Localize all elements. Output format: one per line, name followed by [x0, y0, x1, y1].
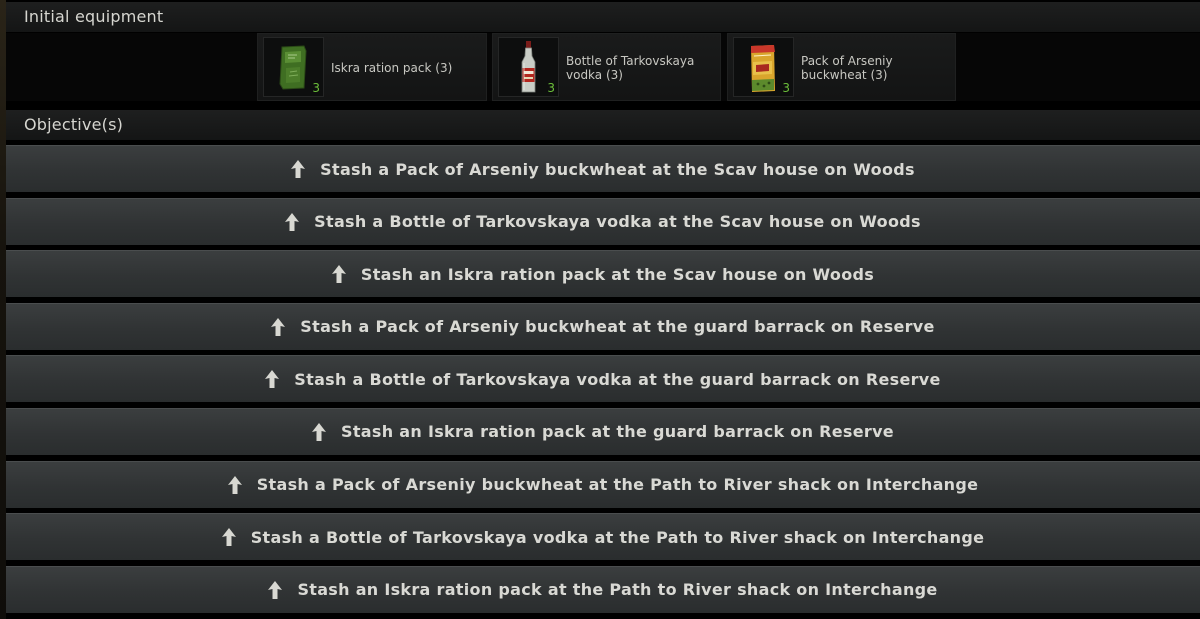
objective-row[interactable]: Stash a Pack of Arseniy buckwheat at the…	[6, 145, 1200, 192]
upload-arrow-icon	[268, 580, 283, 599]
initial-equipment-header: Initial equipment	[6, 2, 1200, 32]
objective-row[interactable]: Stash a Pack of Arseniy buckwheat at the…	[6, 302, 1200, 350]
objective-text: Stash a Pack of Arseniy buckwheat at the…	[320, 159, 915, 179]
equipment-item-label: Iskra ration pack (3)	[331, 61, 453, 75]
equipment-item-label: Pack of Arseniy buckwheat (3)	[801, 54, 893, 82]
objectives-title: Objective(s)	[24, 115, 124, 134]
equipment-item-iskra[interactable]: 3 Iskra ration pack (3)	[257, 33, 487, 101]
vodka-bottle-icon: 3	[498, 37, 559, 97]
item-count: 3	[312, 81, 320, 95]
objective-row[interactable]: Stash a Pack of Arseniy buckwheat at the…	[6, 460, 1200, 508]
equipment-item-vodka[interactable]: 3 Bottle of Tarkovskaya vodka (3)	[492, 33, 721, 101]
objectives-list: Stash a Pack of Arseniy buckwheat at the…	[6, 145, 1200, 618]
equipment-item-label: Bottle of Tarkovskaya vodka (3)	[566, 54, 695, 82]
objective-text: Stash a Bottle of Tarkovskaya vodka at t…	[294, 369, 941, 389]
objective-row[interactable]: Stash an Iskra ration pack at the Scav h…	[6, 250, 1200, 298]
objective-row[interactable]: Stash a Bottle of Tarkovskaya vodka at t…	[6, 355, 1200, 403]
upload-arrow-icon	[291, 160, 306, 178]
upload-arrow-icon	[312, 422, 327, 441]
quest-details-panel: Initial equipment 3 Iskra ration pack (3	[0, 0, 1200, 619]
equipment-item-buckwheat[interactable]: 3 Pack of Arseniy buckwheat (3)	[727, 33, 956, 101]
objective-text: Stash an Iskra ration pack at the Scav h…	[360, 264, 875, 284]
ration-pack-icon: 3	[263, 37, 324, 97]
objectives-header: Objective(s)	[6, 110, 1200, 140]
objective-text: Stash a Bottle of Tarkovskaya vodka at t…	[314, 212, 921, 232]
objective-row[interactable]: Stash an Iskra ration pack at the guard …	[6, 407, 1200, 455]
item-count: 3	[547, 81, 555, 95]
upload-arrow-icon	[331, 265, 346, 284]
objective-text: Stash an Iskra ration pack at the Path t…	[297, 580, 938, 600]
item-count: 3	[782, 81, 790, 95]
buckwheat-pack-icon: 3	[733, 37, 794, 97]
objective-row[interactable]: Stash an Iskra ration pack at the Path t…	[6, 565, 1200, 613]
upload-arrow-icon	[271, 317, 286, 336]
objective-text: Stash a Bottle of Tarkovskaya vodka at t…	[250, 527, 985, 547]
objective-row[interactable]: Stash a Bottle of Tarkovskaya vodka at t…	[6, 513, 1200, 561]
upload-arrow-icon	[265, 370, 280, 389]
objective-text: Stash an Iskra ration pack at the guard …	[341, 422, 894, 442]
upload-arrow-icon	[285, 212, 300, 231]
upload-arrow-icon	[221, 528, 236, 547]
objective-text: Stash a Pack of Arseniy buckwheat at the…	[300, 317, 935, 337]
objective-text: Stash a Pack of Arseniy buckwheat at the…	[256, 475, 979, 495]
initial-equipment-title: Initial equipment	[24, 7, 164, 26]
initial-equipment-list: 3 Iskra ration pack (3) 3 Bottle of Tark…	[6, 33, 1200, 101]
upload-arrow-icon	[227, 475, 242, 494]
objective-row[interactable]: Stash a Bottle of Tarkovskaya vodka at t…	[6, 197, 1200, 245]
